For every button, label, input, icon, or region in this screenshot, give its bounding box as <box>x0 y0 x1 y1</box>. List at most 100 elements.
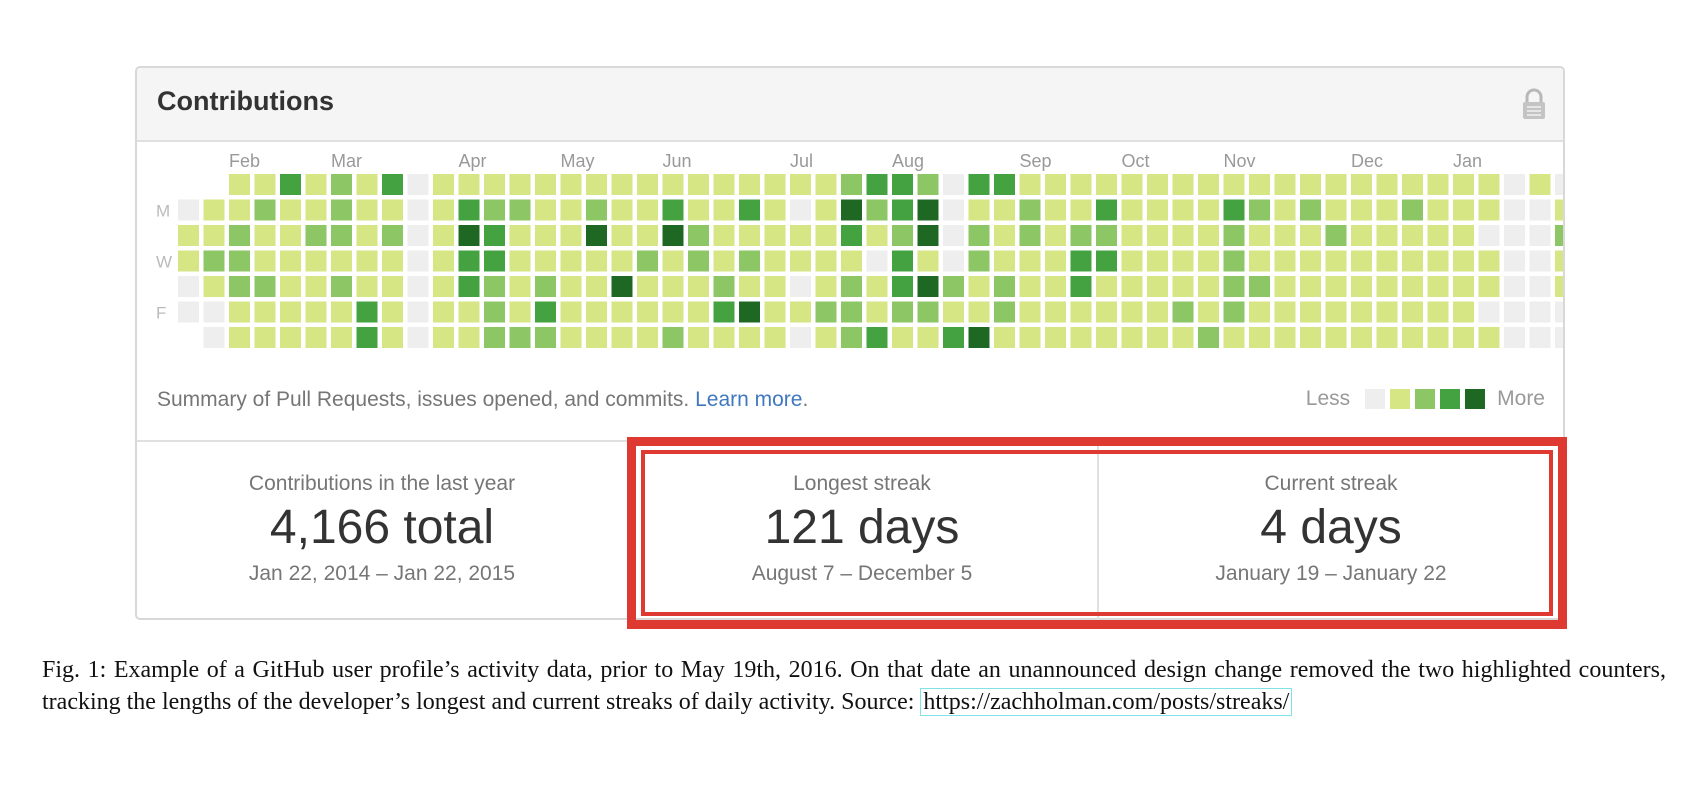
heatmap-cell <box>1478 225 1500 246</box>
heatmap-cell <box>841 225 862 246</box>
heatmap-cell <box>1529 327 1551 348</box>
heatmap-cell <box>331 250 352 272</box>
heatmap-cell <box>586 225 607 246</box>
heatmap-cell <box>433 327 454 348</box>
heatmap-cell <box>1300 250 1321 272</box>
heatmap-cell <box>1096 174 1117 195</box>
heatmap-cell <box>1045 250 1066 272</box>
heatmap-cell <box>968 199 990 221</box>
heatmap-cell <box>1274 301 1296 323</box>
month-label: Sep <box>1020 151 1052 171</box>
heatmap-cell <box>815 174 837 195</box>
heatmap-cell <box>662 327 684 348</box>
heatmap-cell <box>764 250 786 272</box>
heatmap-cell <box>1096 276 1117 297</box>
heatmap-cell <box>1198 174 1219 195</box>
heatmap-cell <box>1070 199 1092 221</box>
heatmap-cell <box>433 199 454 221</box>
heatmap-cell <box>382 301 403 323</box>
heatmap-cell <box>407 250 429 272</box>
heatmap-cell <box>866 199 888 221</box>
heatmap-cell <box>560 225 582 246</box>
heatmap-cell <box>968 225 990 246</box>
heatmap-cell <box>943 199 964 221</box>
panel-title: Contributions <box>157 86 334 116</box>
heatmap-cell <box>229 250 250 272</box>
caption-text: Fig. 1: Example of a GitHub user profile… <box>42 657 1666 715</box>
heatmap-cell <box>1274 250 1296 272</box>
heatmap-cell <box>1274 225 1296 246</box>
stat-total-label: Contributions in the last year <box>248 472 516 495</box>
heatmap-cell <box>586 301 607 323</box>
caption-source-link[interactable]: https://zachholman.com/posts/streaks/ <box>920 688 1293 716</box>
heatmap-cell <box>841 174 862 195</box>
heatmap-cell <box>1121 225 1143 246</box>
heatmap-cell <box>1121 301 1143 323</box>
heatmap-cell <box>943 327 964 348</box>
heatmap-cell <box>1504 250 1525 272</box>
heatmap-cell <box>1300 301 1321 323</box>
heatmap-cell <box>280 276 301 297</box>
heatmap-cell <box>968 250 990 272</box>
heatmap-cell <box>1198 250 1219 272</box>
heatmap-cell <box>535 250 556 272</box>
heatmap-cell <box>1172 301 1194 323</box>
heatmap-cell <box>1529 174 1551 195</box>
heatmap-cell <box>611 225 633 246</box>
heatmap-cell <box>662 199 684 221</box>
heatmap-cell <box>764 225 786 246</box>
heatmap-cell <box>407 327 429 348</box>
heatmap-cell <box>1019 301 1041 323</box>
heatmap-cell <box>1147 199 1168 221</box>
heatmap-cell <box>458 250 480 272</box>
heatmap-cell <box>739 199 760 221</box>
heatmap-cell <box>1555 276 1563 297</box>
heatmap-cell <box>509 174 531 195</box>
heatmap-cell <box>764 301 786 323</box>
heatmap-cell <box>994 174 1015 195</box>
heatmap-cell <box>841 199 862 221</box>
heatmap-cell <box>1070 225 1092 246</box>
heatmap-cell <box>382 199 403 221</box>
heatmap-cell <box>535 199 556 221</box>
heatmap-cell <box>943 174 964 195</box>
heatmap-cell <box>1019 250 1041 272</box>
day-label: F <box>156 304 166 323</box>
heatmap-cell <box>917 327 939 348</box>
heatmap-cell <box>1147 225 1168 246</box>
heatmap-cell <box>433 276 454 297</box>
heatmap-cell <box>994 276 1015 297</box>
heatmap-cell <box>739 327 760 348</box>
learn-more-link[interactable]: Learn more <box>695 388 802 411</box>
heatmap-cell <box>1300 199 1321 221</box>
heatmap-cell <box>1249 250 1270 272</box>
stat-total-value: 4,166 total <box>269 501 495 554</box>
heatmap-cell <box>841 250 862 272</box>
heatmap-cell <box>943 225 964 246</box>
heatmap-cell <box>637 327 658 348</box>
heatmap-cell <box>637 174 658 195</box>
heatmap-cell <box>203 199 225 221</box>
heatmap-cell <box>586 199 607 221</box>
heatmap-cell <box>586 250 607 272</box>
heatmap-cell <box>1504 225 1525 246</box>
legend-swatch-0 <box>1365 389 1386 409</box>
heatmap-cell <box>1427 276 1449 297</box>
heatmap-cell <box>713 276 735 297</box>
heatmap-cell <box>994 250 1015 272</box>
heatmap-cell <box>305 276 327 297</box>
heatmap-cell <box>1504 174 1525 195</box>
heatmap-cell <box>662 225 684 246</box>
heatmap-cell <box>433 225 454 246</box>
heatmap-cell <box>1555 174 1563 195</box>
heatmap-cell <box>1096 199 1117 221</box>
heatmap-cell <box>484 327 505 348</box>
heatmap-cell <box>1555 225 1563 246</box>
heatmap-cell <box>1121 327 1143 348</box>
heatmap-cell <box>815 199 837 221</box>
heatmap-cell <box>407 301 429 323</box>
lock-icon[interactable] <box>1521 88 1547 120</box>
heatmap-cell <box>280 327 301 348</box>
heatmap-cell <box>943 276 964 297</box>
heatmap-cell <box>662 276 684 297</box>
